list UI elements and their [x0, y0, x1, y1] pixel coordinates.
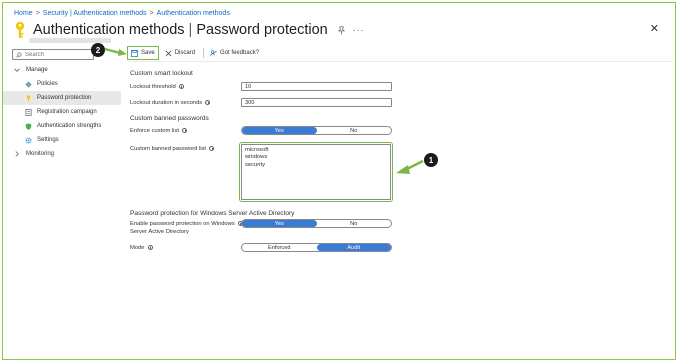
sidebar-item-label: Password protection [37, 95, 92, 101]
breadcrumb-home[interactable]: Home [14, 10, 33, 17]
label-line-1: Enable password protection on Windows [130, 220, 243, 228]
sidebar-search[interactable] [12, 49, 94, 60]
policies-icon [25, 80, 32, 88]
callout-badge-1: 1 [424, 153, 438, 167]
feedback-icon [210, 49, 217, 56]
banned-word: windows [245, 154, 268, 161]
enable-protection-label: Enable password protection on Windows Se… [130, 220, 243, 236]
lockout-duration-input[interactable]: 300 [241, 98, 392, 107]
sidebar-item-label: Policies [37, 81, 58, 87]
sidebar-item-authentication-strengths[interactable]: Authentication strengths [3, 119, 121, 133]
breadcrumb-separator: > [149, 10, 154, 17]
callout-badge-2: 2 [91, 43, 105, 57]
sidebar-item-label: Authentication strengths [37, 123, 102, 129]
sidebar-item-settings[interactable]: Settings [3, 133, 121, 147]
key-icon [26, 94, 31, 102]
sidebar-item-label: Registration campaign [37, 109, 97, 115]
label-text: Lockout duration in seconds [130, 100, 203, 106]
page-header: Authentication methods | Password protecti… [13, 20, 365, 40]
section-title-smart-lockout: Custom smart lockout [130, 70, 193, 77]
toggle-option-yes[interactable]: Yes [242, 127, 317, 134]
section-title-windows-ad: Password protection for Windows Server A… [130, 210, 295, 217]
discard-button[interactable]: Discard [165, 50, 195, 57]
key-icon [15, 21, 25, 38]
lockout-threshold-input[interactable]: 10 [241, 82, 392, 91]
pin-icon[interactable] [337, 26, 346, 35]
sidebar-nav: Manage Policies Password protection Regi… [3, 63, 121, 161]
enforce-custom-list-toggle[interactable]: Yes No [241, 126, 392, 135]
sidebar-group-manage[interactable]: Manage [3, 63, 121, 77]
enforce-custom-list-label: Enforce custom list [130, 127, 187, 135]
info-icon[interactable] [205, 99, 211, 105]
lockout-duration-label: Lockout duration in seconds [130, 99, 211, 107]
lockout-threshold-label: Lockout threshold [130, 83, 184, 91]
banned-password-list-textarea[interactable]: microsoft windows security [239, 142, 393, 202]
label-text: Lockout threshold [130, 84, 176, 90]
label-text: Enforce custom list [130, 128, 179, 134]
chevron-right-icon [15, 151, 19, 157]
breadcrumb-security[interactable]: Security | Authentication methods [43, 10, 147, 17]
info-icon[interactable] [181, 127, 187, 133]
page-title-sub: Password protection [196, 22, 328, 38]
sidebar-group-monitoring[interactable]: Monitoring [3, 147, 121, 161]
info-icon[interactable] [178, 83, 184, 89]
shield-icon [25, 122, 32, 130]
toggle-option-enforced[interactable]: Enforced [242, 244, 317, 251]
toggle-option-no[interactable]: No [317, 127, 392, 134]
gear-icon [25, 137, 32, 143]
toggle-option-no[interactable]: No [317, 220, 392, 227]
more-options-icon[interactable]: ··· [353, 25, 365, 35]
feedback-label: Got feedback? [220, 50, 260, 56]
sidebar-item-registration-campaign[interactable]: Registration campaign [3, 105, 121, 119]
breadcrumb: Home > Security | Authentication methods > A… [14, 10, 230, 17]
save-label: Save [141, 50, 155, 56]
sidebar-group-label: Manage [26, 67, 48, 73]
breadcrumb-auth-methods[interactable]: Authentication methods [157, 10, 230, 17]
label-text: Enable password protection on Windows [130, 221, 235, 227]
label-line-2: Server Active Directory [130, 229, 189, 235]
callout-arrow-2 [104, 47, 127, 56]
info-icon[interactable] [147, 244, 153, 250]
callout-arrow-1 [396, 159, 424, 174]
toolbar-divider-line [127, 61, 673, 62]
toggle-option-yes[interactable]: Yes [242, 220, 317, 227]
command-bar: Save Discard Got feedback? [127, 46, 259, 60]
title-divider: | [188, 22, 193, 38]
discard-label: Discard [174, 50, 196, 56]
label-text: Custom banned password list [130, 146, 207, 152]
banned-word: security [245, 161, 265, 168]
breadcrumb-separator: > [35, 10, 40, 17]
sidebar-group-label: Monitoring [26, 151, 55, 157]
search-input[interactable] [22, 50, 90, 59]
screenshot-frame: Home > Security | Authentication methods > A… [2, 2, 676, 360]
close-icon [165, 50, 172, 56]
save-icon [131, 49, 138, 57]
enable-protection-toggle[interactable]: Yes No [241, 219, 392, 228]
chevron-down-icon [14, 68, 20, 72]
mode-label: Mode [130, 244, 153, 252]
registration-icon [25, 108, 32, 116]
save-button[interactable]: Save [127, 46, 159, 60]
label-text: Mode [130, 245, 145, 251]
banned-list-label: Custom banned password list [130, 145, 215, 153]
toolbar-divider [203, 48, 205, 58]
section-title-banned-passwords: Custom banned passwords [130, 115, 209, 122]
sidebar-item-label: Settings [37, 137, 59, 143]
mode-toggle[interactable]: Enforced Audit [241, 243, 392, 252]
toggle-option-audit[interactable]: Audit [316, 244, 391, 251]
info-icon[interactable] [209, 145, 215, 151]
page-title-main: Authentication methods [33, 22, 185, 38]
feedback-button[interactable]: Got feedback? [210, 49, 260, 57]
banned-word: microsoft [245, 147, 269, 153]
sidebar-item-policies[interactable]: Policies [3, 77, 121, 91]
page-title: Authentication methods | Password protecti… [33, 22, 328, 38]
close-icon[interactable]: ✕ [650, 22, 659, 35]
sidebar-item-password-protection[interactable]: Password protection [3, 91, 121, 105]
